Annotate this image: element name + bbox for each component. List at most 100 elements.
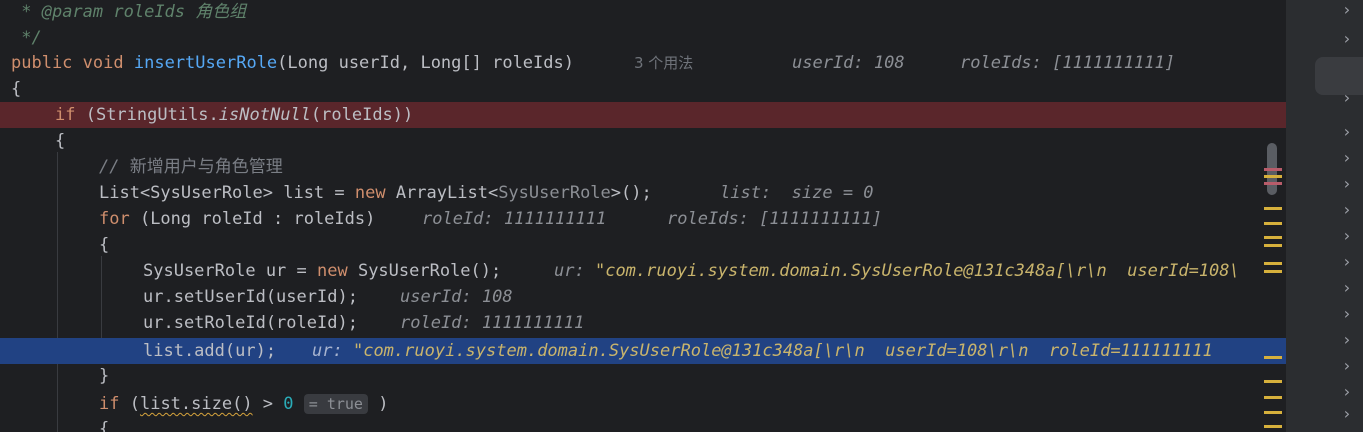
brace-open: { bbox=[99, 235, 110, 255]
chevron-right-icon[interactable]: › bbox=[1340, 148, 1354, 168]
chevron-right-icon[interactable]: › bbox=[1340, 174, 1354, 194]
chevron-right-icon[interactable]: › bbox=[1340, 382, 1354, 402]
code-text: > bbox=[252, 394, 284, 414]
kw-new: new bbox=[354, 183, 386, 203]
brace-open: { bbox=[55, 131, 66, 151]
code-line[interactable]: ur.setRoleId(roleId); roleId: 1111111111 bbox=[0, 310, 1286, 336]
code-text: SysUserRole ur = bbox=[143, 261, 317, 281]
code-text: SysUserRole(); bbox=[347, 261, 502, 281]
warning-marker[interactable] bbox=[1264, 380, 1282, 383]
debug-hint-userid: userId: 108 bbox=[400, 287, 513, 307]
code-line-execution-point[interactable]: list.add(ur); ur: "com.ruoyi.system.doma… bbox=[0, 338, 1286, 364]
kw-for: for bbox=[99, 209, 130, 229]
code-line[interactable]: { bbox=[0, 76, 1286, 102]
code-line[interactable]: SysUserRole ur = new SysUserRole(); ur: … bbox=[0, 258, 1286, 284]
code-text: >(); bbox=[610, 183, 652, 203]
warning-marker[interactable] bbox=[1264, 175, 1282, 178]
debug-hint-roleids: roleIds: [1111111111] bbox=[960, 53, 1175, 73]
kw-new: new bbox=[317, 261, 348, 281]
code-line[interactable]: * @param roleIds 角色组 bbox=[0, 0, 1286, 25]
code-line[interactable]: List<SysUserRole> list = new ArrayList<S… bbox=[0, 180, 1286, 206]
chevron-right-icon[interactable]: › bbox=[1340, 0, 1354, 20]
code-line[interactable]: } bbox=[0, 363, 1286, 389]
code-text: (StringUtils. bbox=[75, 105, 219, 125]
debug-hint-label: ur: bbox=[312, 341, 343, 361]
code-line[interactable]: for (Long roleId : roleIds) roleId: 1111… bbox=[0, 206, 1286, 232]
doc-text: roleIds bbox=[103, 2, 196, 22]
code-text: List<SysUserRole> list = bbox=[99, 183, 355, 203]
warning-marker[interactable] bbox=[1264, 262, 1282, 265]
debug-hint-value: "com.ruoyi.system.domain.SysUserRole@131… bbox=[594, 261, 1240, 281]
brace-open: { bbox=[11, 79, 22, 99]
method-name[interactable]: insertUserRole bbox=[134, 53, 277, 73]
code-text: list.add(ur); bbox=[143, 341, 277, 361]
usages-link[interactable]: 3 个用法 bbox=[634, 50, 693, 76]
code-line[interactable]: { bbox=[0, 416, 1286, 432]
code-line[interactable]: if (list.size() > 0 = true ) bbox=[0, 391, 1286, 417]
code-line[interactable]: ur.setUserId(userId); userId: 108 bbox=[0, 284, 1286, 310]
chevron-right-icon[interactable]: › bbox=[1340, 330, 1354, 350]
comment-slashes: // bbox=[99, 157, 130, 177]
doc-cn: 角色组 bbox=[195, 2, 247, 22]
debug-hint-label: ur: bbox=[554, 261, 585, 281]
warning-marker[interactable] bbox=[1264, 222, 1282, 225]
code-line-breakpoint[interactable]: if (StringUtils.isNotNull(roleIds)) bbox=[0, 102, 1286, 128]
doc-tag: @param bbox=[41, 2, 104, 22]
code-text: ur.setUserId(userId); bbox=[143, 287, 358, 307]
code-line[interactable]: { bbox=[0, 128, 1286, 154]
code-line[interactable]: public void insertUserRole(Long userId, … bbox=[0, 50, 1286, 76]
editor-scrollbar[interactable] bbox=[1258, 0, 1286, 432]
code-text: ArrayList< bbox=[385, 183, 499, 203]
method-call: isNotNull bbox=[218, 105, 311, 125]
kw-if: if bbox=[99, 394, 120, 414]
type-hint: SysUserRole bbox=[498, 183, 611, 203]
code-text: ( bbox=[119, 394, 140, 414]
warning-marker[interactable] bbox=[1264, 396, 1282, 399]
code-text: ur.setRoleId(roleId); bbox=[143, 313, 358, 333]
method-params: (Long userId, Long[] roleIds) bbox=[277, 53, 574, 73]
kw-if: if bbox=[55, 105, 76, 125]
chevron-right-icon[interactable]: › bbox=[1340, 88, 1354, 108]
chevron-right-icon[interactable]: › bbox=[1340, 226, 1354, 246]
debug-hint-userid: userId: 108 bbox=[792, 53, 905, 73]
comment-text: 新增用户与角色管理 bbox=[129, 157, 283, 177]
code-line[interactable]: // 新增用户与角色管理 bbox=[0, 154, 1286, 180]
debug-hint-list: list: size = 0 bbox=[720, 183, 874, 203]
breakpoint-marker[interactable] bbox=[1264, 182, 1282, 185]
chevron-right-icon[interactable]: › bbox=[1340, 122, 1354, 142]
doc-close: */ bbox=[11, 28, 42, 48]
chevron-right-icon[interactable]: › bbox=[1340, 200, 1354, 220]
inline-value-badge: = true bbox=[303, 394, 368, 414]
panel-tab-button[interactable] bbox=[1315, 57, 1363, 95]
debug-hint-roleids: roleIds: [1111111111] bbox=[667, 209, 882, 229]
code-line[interactable]: */ bbox=[0, 25, 1286, 51]
chevron-right-icon[interactable]: › bbox=[1340, 356, 1354, 376]
code-text: (Long roleId : roleIds) bbox=[129, 209, 376, 229]
breakpoint-marker[interactable] bbox=[1264, 168, 1282, 171]
warning-marker[interactable] bbox=[1264, 270, 1282, 273]
chevron-right-icon[interactable]: › bbox=[1340, 29, 1354, 49]
warning-marker[interactable] bbox=[1264, 207, 1282, 210]
debug-hint-value: "com.ruoyi.system.domain.SysUserRole@131… bbox=[352, 341, 1213, 361]
code-text: ) bbox=[367, 394, 389, 414]
kw-void: void bbox=[82, 53, 124, 73]
warning-marker[interactable] bbox=[1264, 236, 1282, 239]
number-literal: 0 bbox=[283, 394, 294, 414]
chevron-right-icon[interactable]: › bbox=[1340, 252, 1354, 272]
warning-marker[interactable] bbox=[1264, 411, 1282, 414]
chevron-right-icon[interactable]: › bbox=[1340, 404, 1354, 424]
kw-public: public bbox=[11, 53, 73, 73]
brace-close: } bbox=[99, 366, 110, 386]
brace-open: { bbox=[99, 419, 110, 432]
code-editor[interactable]: * @param roleIds 角色组 */ public void inse… bbox=[0, 0, 1286, 432]
code-text: (roleIds)) bbox=[310, 105, 414, 125]
warning-marker[interactable] bbox=[1264, 425, 1282, 428]
right-tool-panel: › › › › › › › › › › › › › › › bbox=[1290, 0, 1363, 432]
code-line[interactable]: { bbox=[0, 232, 1286, 258]
chevron-right-icon[interactable]: › bbox=[1340, 304, 1354, 324]
chevron-right-icon[interactable]: › bbox=[1340, 278, 1354, 298]
warning-expression[interactable]: list.size() bbox=[140, 394, 253, 414]
warning-marker[interactable] bbox=[1264, 244, 1282, 247]
warning-marker[interactable] bbox=[1264, 356, 1282, 359]
debug-hint-roleid: roleId: 1111111111 bbox=[400, 313, 585, 333]
